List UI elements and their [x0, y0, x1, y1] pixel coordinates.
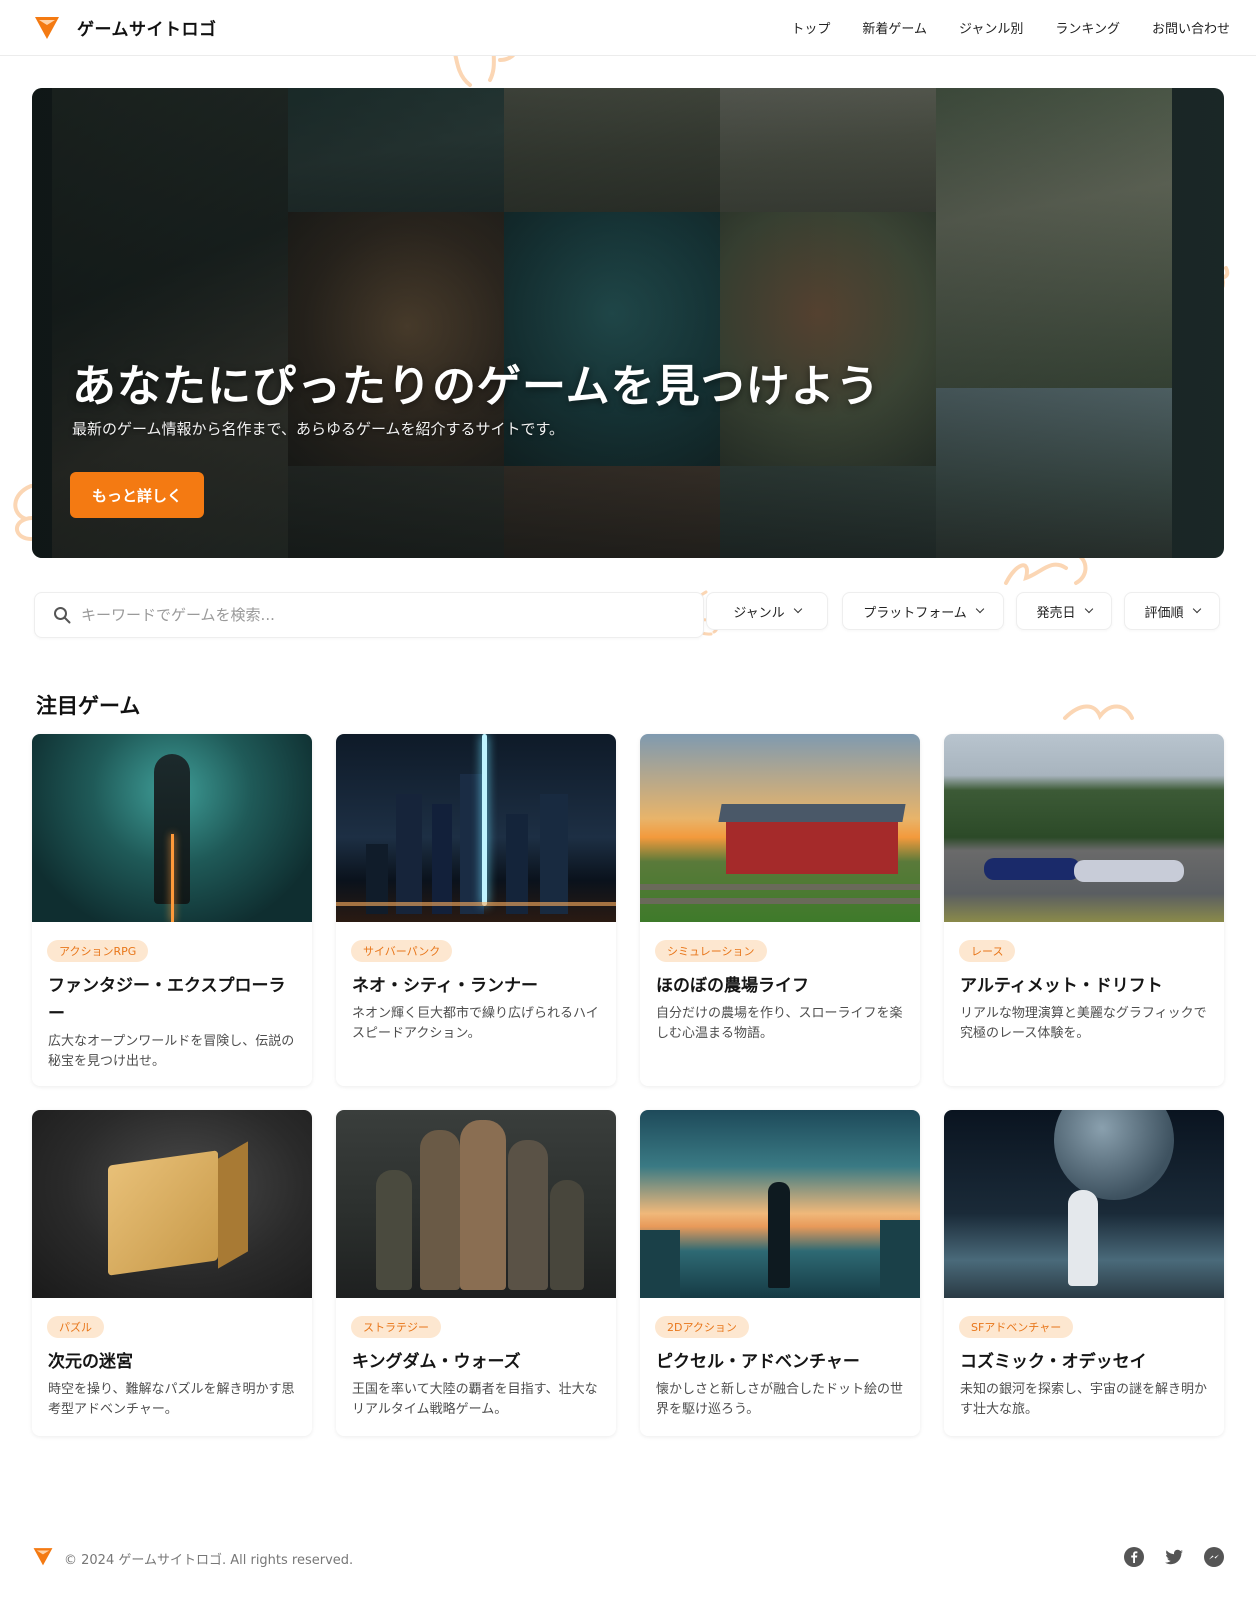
game-card[interactable]: 2Dアクション ピクセル・アドベンチャー 懐かしさと新しさが融合したドット絵の世…	[640, 1110, 920, 1436]
game-title: ほのぼの農場ライフ	[656, 976, 809, 996]
game-card[interactable]: シミュレーション ほのぼの農場ライフ 自分だけの農場を作り、スローライフを楽しむ…	[640, 734, 920, 1086]
genre-badge: パズル	[47, 1316, 104, 1338]
game-title: アルティメット・ドリフト	[960, 976, 1163, 996]
game-description: 未知の銀河を探索し、宇宙の謎を解き明かす壮大な旅。	[960, 1382, 1208, 1417]
game-title: ネオ・シティ・ランナー	[352, 976, 538, 996]
game-thumbnail	[944, 734, 1224, 922]
hero-title: あなたにぴったりのゲームを見つけよう	[72, 361, 881, 412]
genre-badge: レース	[959, 940, 1016, 962]
site-header: ゲームサイトロゴ トップ 新着ゲーム ジャンル別 ランキング お問い合わせ	[0, 0, 1256, 56]
game-thumbnail	[640, 734, 920, 922]
game-thumbnail	[32, 1110, 312, 1298]
game-description: 王国を率いて大陸の覇者を目指す、壮大なリアルタイム戦略ゲーム。	[352, 1382, 598, 1417]
genre-badge: サイバーパンク	[351, 940, 453, 962]
game-thumbnail	[336, 1110, 616, 1298]
filter-sort-rating[interactable]: 評価順	[1124, 592, 1220, 630]
nav-genres[interactable]: ジャンル別	[959, 18, 1023, 37]
genre-badge: ストラテジー	[351, 1316, 441, 1338]
game-description: 自分だけの農場を作り、スローライフを楽しむ心温まる物語。	[656, 1006, 903, 1041]
site-logo[interactable]: ゲームサイトロゴ	[33, 13, 217, 41]
filter-release-date-label: 発売日	[1036, 605, 1076, 621]
messenger-icon[interactable]	[1204, 1547, 1224, 1567]
search-icon	[54, 607, 71, 624]
game-description: 時空を操り、難解なパズルを解き明かす思考型アドベンチャー。	[48, 1382, 295, 1417]
nav-new-games[interactable]: 新着ゲーム	[862, 18, 927, 37]
decorative-swirl-card	[1063, 704, 1134, 721]
filter-genre-label: ジャンル	[733, 605, 785, 621]
game-title: キングダム・ウォーズ	[352, 1352, 521, 1372]
logo-icon	[35, 17, 59, 39]
game-title: 次元の迷宮	[48, 1352, 133, 1372]
game-thumbnail	[944, 1110, 1224, 1298]
copyright-text: © 2024 ゲームサイトロゴ. All rights reserved.	[64, 1553, 354, 1568]
filter-platform-label: プラットフォーム	[863, 605, 967, 621]
filter-genre[interactable]: ジャンル	[706, 592, 828, 630]
nav-contact[interactable]: お問い合わせ	[1152, 18, 1230, 37]
chevron-down-icon	[975, 604, 985, 614]
game-description: リアルな物理演算と美麗なグラフィックで究極のレース体験を。	[960, 1006, 1207, 1041]
twitter-icon[interactable]	[1164, 1547, 1184, 1567]
nav-ranking[interactable]: ランキング	[1055, 18, 1120, 37]
hero-overlay	[32, 88, 1224, 558]
chevron-down-icon	[793, 604, 802, 614]
search-input[interactable]	[81, 606, 641, 624]
genre-badge: アクションRPG	[47, 940, 149, 962]
learn-more-button[interactable]: もっと詳しく	[70, 472, 204, 518]
game-thumbnail	[32, 734, 312, 922]
featured-section-title: 注目ゲーム	[36, 694, 141, 718]
nav-top[interactable]: トップ	[791, 18, 830, 37]
game-card[interactable]: SFアドベンチャー コズミック・オデッセイ 未知の銀河を探索し、宇宙の謎を解き明…	[944, 1110, 1224, 1436]
footer-logo-icon	[33, 1548, 53, 1566]
filter-sort-rating-label: 評価順	[1144, 605, 1184, 621]
hero-banner: あなたにぴったりのゲームを見つけよう 最新のゲーム情報から名作まで、あらゆるゲー…	[32, 88, 1224, 558]
chevron-down-icon	[1192, 604, 1201, 614]
game-card[interactable]: パズル 次元の迷宮 時空を操り、難解なパズルを解き明かす思考型アドベンチャー。	[32, 1110, 312, 1436]
filter-platform[interactable]: プラットフォーム	[842, 592, 1004, 630]
facebook-icon[interactable]	[1124, 1547, 1144, 1567]
game-card[interactable]: レース アルティメット・ドリフト リアルな物理演算と美麗なグラフィックで究極のレ…	[944, 734, 1224, 1086]
game-thumbnail	[640, 1110, 920, 1298]
game-title: ファンタジー・エクスプローラー	[48, 976, 286, 1024]
chevron-down-icon	[1084, 604, 1093, 614]
game-thumbnail	[336, 734, 616, 922]
game-description: 懐かしさと新しさが融合したドット絵の世界を駆け巡ろう。	[656, 1382, 904, 1417]
search-bar	[34, 592, 704, 638]
game-card[interactable]: サイバーパンク ネオ・シティ・ランナー ネオン輝く巨大都市で繰り広げられるハイス…	[336, 734, 616, 1086]
game-description: 広大なオープンワールドを冒険し、伝説の秘宝を見つけ出せ。	[48, 1034, 295, 1069]
genre-badge: SFアドベンチャー	[959, 1316, 1074, 1338]
hero-subtitle: 最新のゲーム情報から名作まで、あらゆるゲームを紹介するサイトです。	[72, 420, 565, 438]
game-card[interactable]: ストラテジー キングダム・ウォーズ 王国を率いて大陸の覇者を目指す、壮大なリアル…	[336, 1110, 616, 1436]
game-title: コズミック・オデッセイ	[960, 1352, 1147, 1372]
genre-badge: シミュレーション	[655, 940, 767, 962]
game-card[interactable]: アクションRPG ファンタジー・エクスプローラー 広大なオープンワールドを冒険し…	[32, 734, 312, 1086]
game-title: ピクセル・アドベンチャー	[656, 1352, 860, 1372]
main-nav: トップ 新着ゲーム ジャンル別 ランキング お問い合わせ	[791, 18, 1230, 37]
genre-badge: 2Dアクション	[655, 1316, 749, 1338]
logo-text: ゲームサイトロゴ	[77, 19, 217, 40]
game-description: ネオン輝く巨大都市で繰り広げられるハイスピードアクション。	[352, 1006, 599, 1041]
filter-release-date[interactable]: 発売日	[1016, 592, 1112, 630]
